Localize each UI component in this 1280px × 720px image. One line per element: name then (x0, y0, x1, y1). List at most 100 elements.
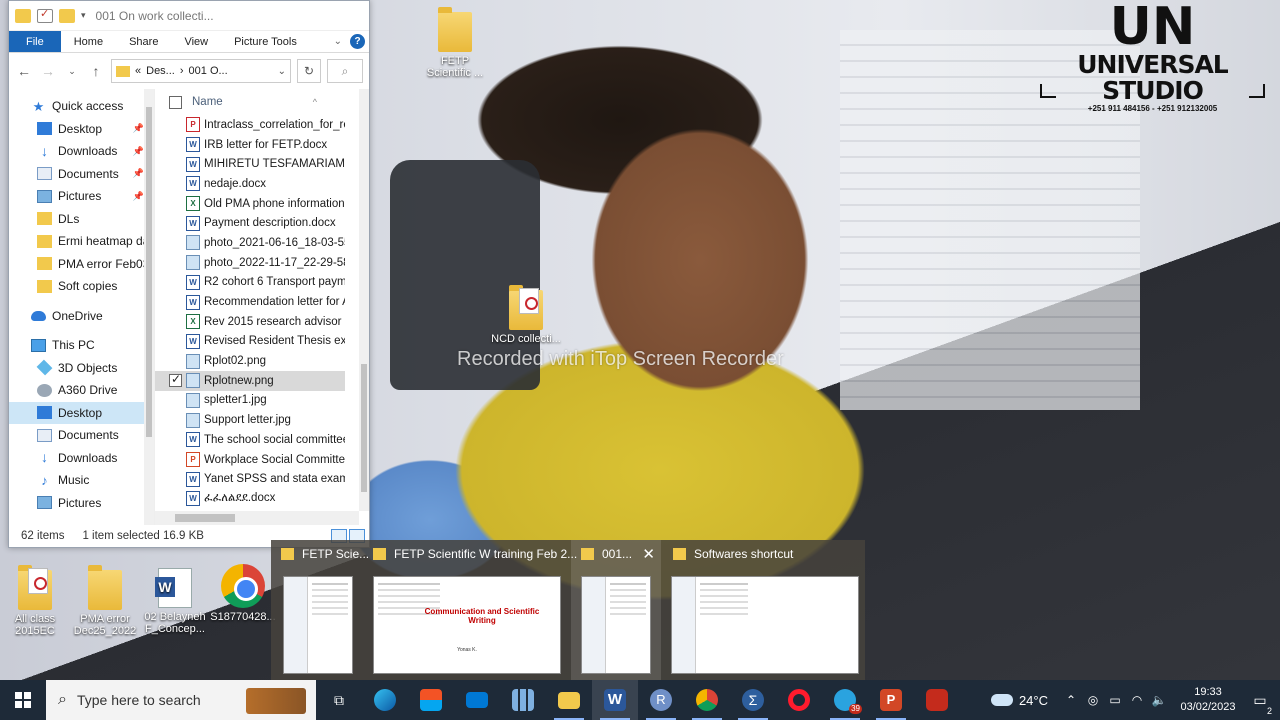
notification-center-button[interactable]: ▭ 2 (1240, 692, 1280, 716)
file-row[interactable]: W R2 cohort 6 Transport paymen (155, 273, 345, 293)
file-row[interactable]: W Revised Resident Thesis exami (155, 332, 345, 352)
desktop-icon-pma-error[interactable]: PMA error Dec25_2022 (70, 565, 140, 637)
new-folder-icon[interactable] (59, 8, 75, 23)
desktop-icon-ncd[interactable]: NCD collecti... (491, 285, 561, 345)
file-row[interactable]: X Rev 2015 research advisor allo (155, 312, 345, 332)
file-row[interactable]: W IRB letter for FETP.docx (155, 135, 345, 155)
back-arrow-icon[interactable]: ← (15, 63, 33, 79)
address-bar[interactable]: « Des... › 001 O... ⌄ (111, 59, 291, 83)
file-row[interactable]: Rplotnew.png (155, 370, 345, 391)
onedrive-tray-icon[interactable]: ◎ (1082, 693, 1104, 707)
task-view-button[interactable]: ⧉ (316, 680, 362, 720)
file-list-scrollbar[interactable] (359, 89, 369, 511)
recent-locations-icon[interactable]: ⌄ (63, 66, 81, 77)
properties-icon[interactable] (37, 7, 53, 23)
file-row[interactable]: W Recommendation letter for Ar (155, 292, 345, 312)
nav-ermi-heatmap[interactable]: Ermi heatmap da (9, 230, 154, 253)
nav-pma-error[interactable]: PMA error Feb03 (9, 253, 154, 276)
customize-toolbar-icon[interactable]: ▾ (81, 10, 86, 21)
nav-downloads[interactable]: ↓ Downloads 📌 (9, 140, 154, 163)
expand-ribbon-icon[interactable]: ⌄ (334, 36, 342, 47)
file-row[interactable]: W ፈፈለልደደ.docx (155, 489, 345, 509)
preview-window-fetp[interactable]: FETP Scie... (271, 540, 369, 680)
taskbar-calculator-app[interactable] (500, 680, 546, 720)
file-row[interactable]: P Workplace Social Committee (155, 450, 345, 470)
nav-quick-access[interactable]: ★ Quick access (9, 95, 154, 118)
desktop-icon-chrome-shortcut[interactable]: S18770428... (208, 564, 278, 623)
file-row[interactable]: photo_2022-11-17_22-29-58.jp (155, 253, 345, 273)
taskbar-mail[interactable] (454, 680, 500, 720)
desktop-icon-all-class[interactable]: All class 2015EC (0, 565, 70, 637)
taskbar-clock[interactable]: 19:33 03/02/2023 (1176, 685, 1240, 715)
tab-file[interactable]: File (9, 31, 61, 52)
nav-pc-downloads[interactable]: ↓ Downloads (9, 447, 154, 470)
taskbar-search[interactable]: ⌕ Type here to search (46, 680, 316, 720)
file-row[interactable]: W Yanet SPSS and stata exam fo (155, 469, 345, 489)
taskbar-chrome[interactable] (684, 680, 730, 720)
file-row[interactable]: W Payment description.docx (155, 213, 345, 233)
file-row[interactable]: Support letter.jpg (155, 410, 345, 430)
show-hidden-icons-icon[interactable]: ⌃ (1060, 693, 1082, 707)
tab-picture-tools[interactable]: Picture Tools (221, 31, 310, 52)
nav-documents[interactable]: Documents 📌 (9, 163, 154, 186)
up-arrow-icon[interactable]: ↑ (87, 63, 105, 79)
nav-pc-desktop[interactable]: Desktop (9, 401, 154, 424)
taskbar-powerpoint[interactable]: P (868, 680, 914, 720)
file-row[interactable]: Wnedaje.docx (155, 174, 345, 194)
wifi-icon[interactable]: ◠ (1126, 693, 1148, 707)
file-row[interactable]: Rplot02.png (155, 351, 345, 371)
breadcrumb-desktop[interactable]: Des... (146, 65, 175, 77)
address-dropdown-icon[interactable]: ⌄ (278, 66, 286, 77)
start-button[interactable] (0, 680, 46, 720)
select-all-checkbox[interactable] (169, 95, 182, 109)
nav-scrollbar[interactable] (144, 89, 154, 525)
horizontal-scrollbar[interactable] (155, 511, 359, 525)
nav-pictures[interactable]: Pictures 📌 (9, 185, 154, 208)
help-icon[interactable]: ? (350, 34, 365, 49)
nav-pc-pictures[interactable]: Pictures (9, 492, 154, 515)
nav-desktop[interactable]: Desktop 📌 (9, 118, 154, 141)
nav-this-pc[interactable]: This PC (9, 334, 154, 357)
breadcrumb-current[interactable]: 001 O... (189, 65, 228, 77)
nav-soft-copies[interactable]: Soft copies (9, 275, 154, 298)
nav-dls[interactable]: DLs (9, 208, 154, 231)
taskbar-r[interactable]: R (638, 680, 684, 720)
desktop-icon-belayneh[interactable]: 02 Belayneh F_Concep... (140, 568, 210, 635)
taskbar-file-explorer[interactable] (546, 680, 592, 720)
nav-music[interactable]: ♪ Music (9, 469, 154, 492)
refresh-icon[interactable]: ↻ (297, 59, 321, 83)
weather-widget[interactable]: 24°C (990, 693, 1048, 708)
preview-window-softwares[interactable]: Softwares shortcut (663, 540, 865, 680)
taskbar-sigma-app[interactable]: Σ (730, 680, 776, 720)
forward-arrow-icon[interactable]: → (39, 63, 57, 79)
taskbar-telegram[interactable]: 39 (822, 680, 868, 720)
column-header-name[interactable]: Name ^ (155, 89, 369, 115)
battery-icon[interactable]: ▭ (1104, 693, 1126, 707)
taskbar-store[interactable] (408, 680, 454, 720)
nav-pc-documents[interactable]: Documents (9, 424, 154, 447)
address-overflow[interactable]: « (135, 65, 141, 77)
file-row[interactable]: W The school social committee s (155, 430, 345, 450)
file-row[interactable]: W MIHIRETU TESFAMARIAM eva (155, 154, 345, 174)
tab-view[interactable]: View (171, 31, 221, 52)
file-row[interactable]: P Intraclass_correlation_for_relia (155, 115, 345, 135)
tab-share[interactable]: Share (116, 31, 171, 52)
search-icon[interactable]: ⌕ (327, 59, 363, 83)
volume-icon[interactable]: 🔈 (1148, 693, 1170, 707)
close-icon[interactable]: ✕ (642, 545, 655, 563)
desktop-icon-fetp[interactable]: FETP Scientific ... (420, 7, 490, 79)
file-row[interactable]: photo_2021-06-16_18-03-55.jp (155, 233, 345, 253)
taskbar-opera[interactable] (776, 680, 822, 720)
nav-a360-drive[interactable]: A360 Drive (9, 379, 154, 402)
file-row[interactable]: spletter1.jpg (155, 391, 345, 411)
nav-3d-objects[interactable]: 3D Objects (9, 357, 154, 380)
taskbar-recorder[interactable] (914, 680, 960, 720)
tab-home[interactable]: Home (61, 31, 116, 52)
preview-window-training[interactable]: FETP Scientific W training Feb 2... Comm… (363, 540, 577, 680)
taskbar-word[interactable]: W (592, 680, 638, 720)
taskbar-edge[interactable] (362, 680, 408, 720)
row-checkbox[interactable] (169, 372, 182, 388)
nav-onedrive[interactable]: OneDrive (9, 305, 154, 328)
file-row[interactable]: X Old PMA phone information.x (155, 194, 345, 214)
preview-window-001[interactable]: 001... ✕ (571, 540, 661, 680)
